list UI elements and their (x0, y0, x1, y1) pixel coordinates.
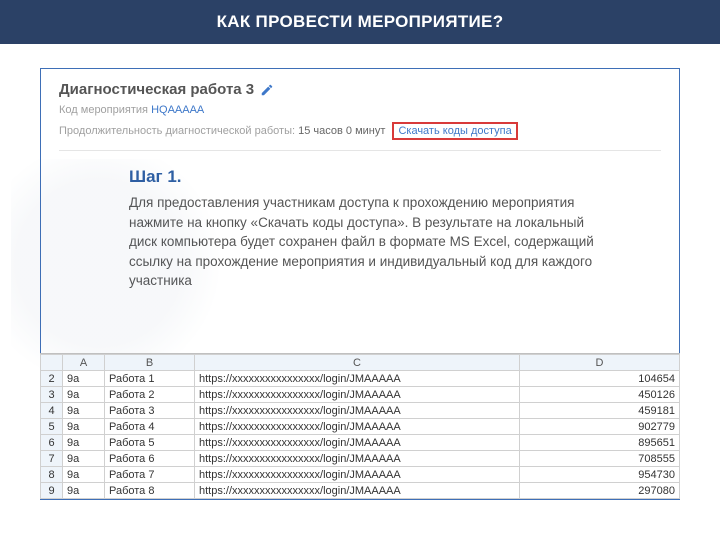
corner-cell (41, 355, 63, 371)
cell-a: 9a (63, 371, 105, 387)
cell-c: https://xxxxxxxxxxxxxxxx/login/JMAAAAA (195, 483, 520, 499)
cell-a: 9a (63, 419, 105, 435)
cell-b: Работа 7 (105, 467, 195, 483)
table-row: 99aРабота 8https://xxxxxxxxxxxxxxxx/logi… (41, 483, 680, 499)
cell-c: https://xxxxxxxxxxxxxxxx/login/JMAAAAA (195, 419, 520, 435)
cell-c: https://xxxxxxxxxxxxxxxx/login/JMAAAAA (195, 403, 520, 419)
cell-d: 450126 (520, 387, 680, 403)
cell-a: 9a (63, 451, 105, 467)
page-title: КАК ПРОВЕСТИ МЕРОПРИЯТИЕ? (217, 12, 504, 32)
cell-c: https://xxxxxxxxxxxxxxxx/login/JMAAAAA (195, 387, 520, 403)
cell-a: 9a (63, 435, 105, 451)
cell-b: Работа 8 (105, 483, 195, 499)
row-number: 9 (41, 483, 63, 499)
row-number: 3 (41, 387, 63, 403)
cell-c: https://xxxxxxxxxxxxxxxx/login/JMAAAAA (195, 371, 520, 387)
table-row: 79aРабота 6https://xxxxxxxxxxxxxxxx/logi… (41, 451, 680, 467)
spreadsheet-table: A B C D 29aРабота 1https://xxxxxxxxxxxxx… (40, 354, 680, 499)
col-header-b: B (105, 355, 195, 371)
col-header-a: A (63, 355, 105, 371)
cell-c: https://xxxxxxxxxxxxxxxx/login/JMAAAAA (195, 435, 520, 451)
diagnostic-title: Диагностическая работа 3 (59, 81, 254, 98)
cell-a: 9a (63, 387, 105, 403)
event-code-value: HQAAAAA (151, 104, 204, 116)
edit-icon[interactable] (260, 83, 274, 97)
download-codes-link[interactable]: Скачать коды доступа (392, 122, 517, 140)
spreadsheet-header-row: A B C D (41, 355, 680, 371)
table-row: 29aРабота 1https://xxxxxxxxxxxxxxxx/logi… (41, 371, 680, 387)
table-row: 39aРабота 2https://xxxxxxxxxxxxxxxx/logi… (41, 387, 680, 403)
cell-d: 104654 (520, 371, 680, 387)
cell-d: 459181 (520, 403, 680, 419)
row-number: 4 (41, 403, 63, 419)
cell-c: https://xxxxxxxxxxxxxxxx/login/JMAAAAA (195, 451, 520, 467)
cell-d: 902779 (520, 419, 680, 435)
spreadsheet-preview: A B C D 29aРабота 1https://xxxxxxxxxxxxx… (40, 353, 680, 499)
step-block: Шаг 1. Для предоставления участникам дос… (129, 167, 601, 291)
content-area: Диагностическая работа 3 Код мероприятия… (0, 44, 720, 500)
table-row: 69aРабота 5https://xxxxxxxxxxxxxxxx/logi… (41, 435, 680, 451)
cell-b: Работа 3 (105, 403, 195, 419)
col-header-d: D (520, 355, 680, 371)
step-body: Для предоставления участникам доступа к … (129, 193, 601, 291)
cell-d: 297080 (520, 483, 680, 499)
cell-d: 954730 (520, 467, 680, 483)
instruction-card: Диагностическая работа 3 Код мероприятия… (40, 68, 680, 500)
cell-b: Работа 5 (105, 435, 195, 451)
event-code-row: Код мероприятия HQAAAAA (59, 104, 661, 116)
event-code-label: Код мероприятия (59, 104, 148, 116)
cell-a: 9a (63, 403, 105, 419)
cell-d: 708555 (520, 451, 680, 467)
row-number: 5 (41, 419, 63, 435)
table-row: 49aРабота 3https://xxxxxxxxxxxxxxxx/logi… (41, 403, 680, 419)
diagnostic-panel: Диагностическая работа 3 Код мероприятия… (59, 81, 661, 151)
row-number: 8 (41, 467, 63, 483)
cell-b: Работа 1 (105, 371, 195, 387)
table-row: 89aРабота 7https://xxxxxxxxxxxxxxxx/logi… (41, 467, 680, 483)
diagnostic-title-row: Диагностическая работа 3 (59, 81, 274, 98)
cell-b: Работа 6 (105, 451, 195, 467)
row-number: 6 (41, 435, 63, 451)
cell-b: Работа 2 (105, 387, 195, 403)
cell-d: 895651 (520, 435, 680, 451)
cell-b: Работа 4 (105, 419, 195, 435)
table-row: 59aРабота 4https://xxxxxxxxxxxxxxxx/logi… (41, 419, 680, 435)
row-number: 7 (41, 451, 63, 467)
step-title: Шаг 1. (129, 167, 601, 187)
cell-c: https://xxxxxxxxxxxxxxxx/login/JMAAAAA (195, 467, 520, 483)
page-header: КАК ПРОВЕСТИ МЕРОПРИЯТИЕ? (0, 0, 720, 44)
row-number: 2 (41, 371, 63, 387)
cell-a: 9a (63, 467, 105, 483)
cell-a: 9a (63, 483, 105, 499)
duration-label: Продолжительность диагностической работы… (59, 125, 295, 137)
duration-value: 15 часов 0 минут (298, 125, 385, 137)
duration-row: Продолжительность диагностической работы… (59, 122, 661, 140)
col-header-c: C (195, 355, 520, 371)
